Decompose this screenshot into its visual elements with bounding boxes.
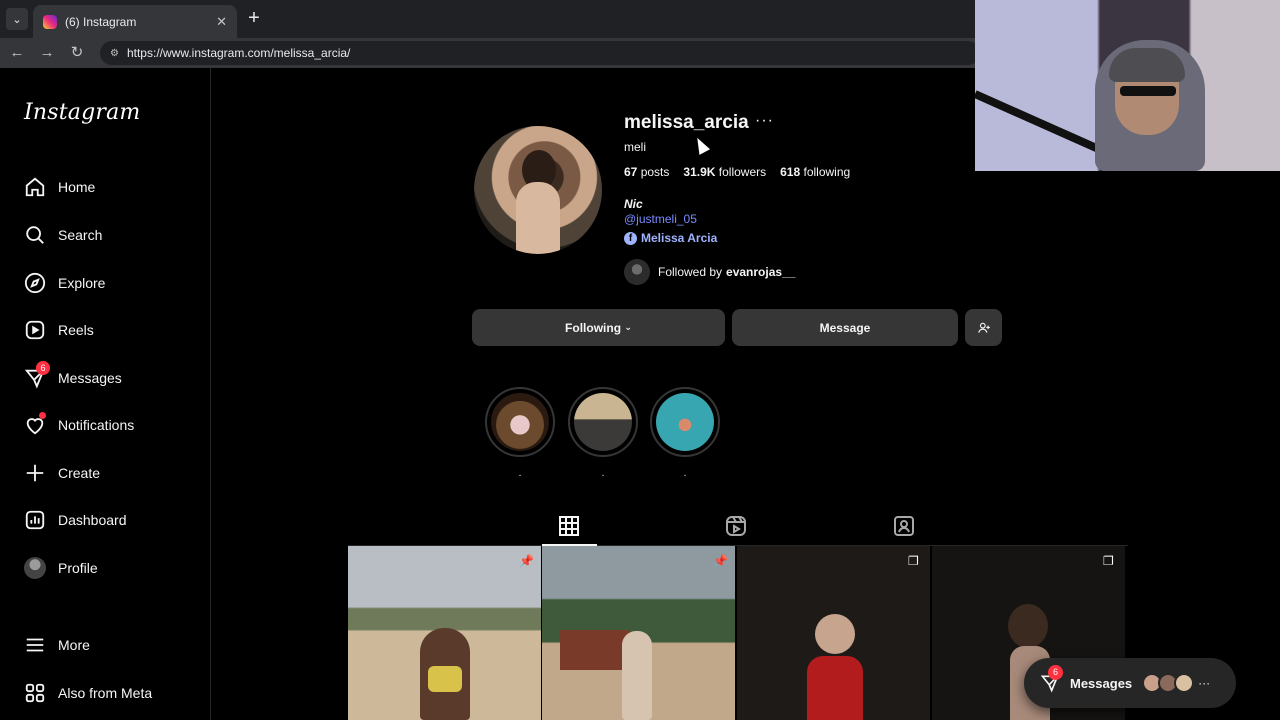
tab-posts[interactable] [557,514,581,538]
instagram-logo[interactable]: Instagram [24,100,140,125]
pin-icon: 📌 [519,554,534,568]
close-tab-icon[interactable]: ✕ [216,14,227,30]
add-person-icon [977,322,990,333]
sidebar-item-label: Home [58,179,96,195]
reload-button[interactable]: ↻ [66,42,88,64]
avatar [24,557,46,579]
sidebar-item-label: More [58,637,90,653]
suggest-people-button[interactable] [965,309,1002,346]
story-highlight[interactable] [650,387,720,457]
sidebar-item-home[interactable]: Home [12,166,202,208]
pin-icon: 📌 [713,554,728,568]
bio-name: Nic [624,197,643,211]
reels-icon [24,319,46,341]
tab-title: (6) Instagram [65,14,137,29]
sidebar-item-label: Notifications [58,417,135,433]
more-icon: ··· [1198,676,1211,690]
followed-by[interactable]: Followed by evanrojas__ [624,259,795,285]
post-thumbnail[interactable]: 📌 [542,546,735,720]
tab-tagged[interactable] [892,514,916,538]
heart-icon [24,412,46,436]
bio-mention-link[interactable]: @justmeli_05 [624,212,697,226]
instagram-favicon-icon [43,14,57,29]
notification-dot [39,412,46,419]
avatar [1174,673,1195,693]
sidebar-item-label: Reels [58,322,94,338]
bio-facebook-link[interactable]: f Melissa Arcia [624,231,717,245]
search-icon [24,224,46,246]
messages-icon: 6 [1040,665,1063,693]
sidebar-item-label: Explore [58,275,106,291]
sidebar-item-dashboard[interactable]: Dashboard [12,499,202,541]
profile-picture[interactable] [474,126,602,254]
highlight-label: . [518,468,522,479]
plus-icon [24,462,46,484]
more-options-icon[interactable]: ··· [755,112,774,130]
posts-stat[interactable]: 67 posts [624,165,669,179]
sidebar: Instagram Home Search Explore Reels 6 Me… [0,68,211,720]
forward-button[interactable]: → [36,42,58,64]
sidebar-item-label: Messages [58,370,122,386]
sidebar-item-profile[interactable]: Profile [12,547,202,589]
mouse-cursor [691,135,711,155]
browser-tab[interactable]: (6) Instagram ✕ [33,5,237,38]
carousel-icon: ❐ [1103,554,1114,568]
sidebar-item-more[interactable]: More [12,624,202,666]
messages-badge: 6 [1048,665,1063,680]
profile-stats: 67 posts 31.9K followers 618 following [624,165,850,179]
sidebar-item-reels[interactable]: Reels [12,309,202,351]
new-tab-button[interactable]: + [244,7,264,31]
profile-username: melissa_arcia [624,112,749,133]
followers-stat[interactable]: 31.9K followers [683,165,766,179]
message-button[interactable]: Message [732,309,958,346]
webcam-overlay [975,0,1280,171]
highlight-label: . [601,468,605,479]
address-bar[interactable]: ⚙ https://www.instagram.com/melissa_arci… [100,41,980,65]
hamburger-icon [24,634,46,656]
story-highlight[interactable] [485,387,555,457]
tab-reels[interactable] [724,514,748,538]
carousel-icon: ❐ [908,554,919,568]
home-icon [24,176,46,198]
profile-short-name: meli [624,140,647,154]
sidebar-item-search[interactable]: Search [12,214,202,256]
story-highlight[interactable] [568,387,638,457]
sidebar-item-create[interactable]: Create [12,452,202,494]
following-stat[interactable]: 618 following [780,165,850,179]
url-text: https://www.instagram.com/melissa_arcia/ [126,46,351,60]
messages-badge: 6 [36,361,50,375]
grid-icon [559,516,579,536]
recent-chat-avatars [1142,673,1195,693]
sidebar-item-label: Create [58,465,101,481]
explore-icon [24,272,46,294]
sidebar-item-messages[interactable]: 6 Messages [12,357,202,399]
back-button[interactable]: ← [6,42,28,64]
facebook-icon: f [624,231,637,245]
messages-pill-label: Messages [1070,675,1133,691]
sidebar-item-label: Profile [58,560,98,576]
follower-avatar [624,259,650,285]
messages-floating-button[interactable]: 6 Messages ··· [1024,658,1236,708]
following-button[interactable]: Following ⌄ [472,309,725,346]
sidebar-item-label: Search [58,227,103,243]
meta-icon [24,682,46,704]
sidebar-item-also-from-meta[interactable]: Also from Meta [12,672,202,714]
post-thumbnail[interactable]: ❐ [737,546,930,720]
highlight-label: . [683,468,687,479]
tab-search-menu-button[interactable]: ⌄ [6,8,28,30]
site-info-icon[interactable]: ⚙ [110,48,119,59]
sidebar-item-explore[interactable]: Explore [12,262,202,304]
sidebar-item-label: Also from Meta [58,685,153,701]
post-thumbnail[interactable]: 📌 [348,546,541,720]
chevron-down-icon: ⌄ [624,322,632,332]
messages-icon: 6 [24,361,50,389]
sidebar-item-label: Dashboard [58,512,127,528]
sidebar-item-notifications[interactable]: Notifications [12,404,202,446]
reels-icon [726,516,746,536]
tagged-icon [894,516,914,536]
dashboard-icon [24,509,46,531]
